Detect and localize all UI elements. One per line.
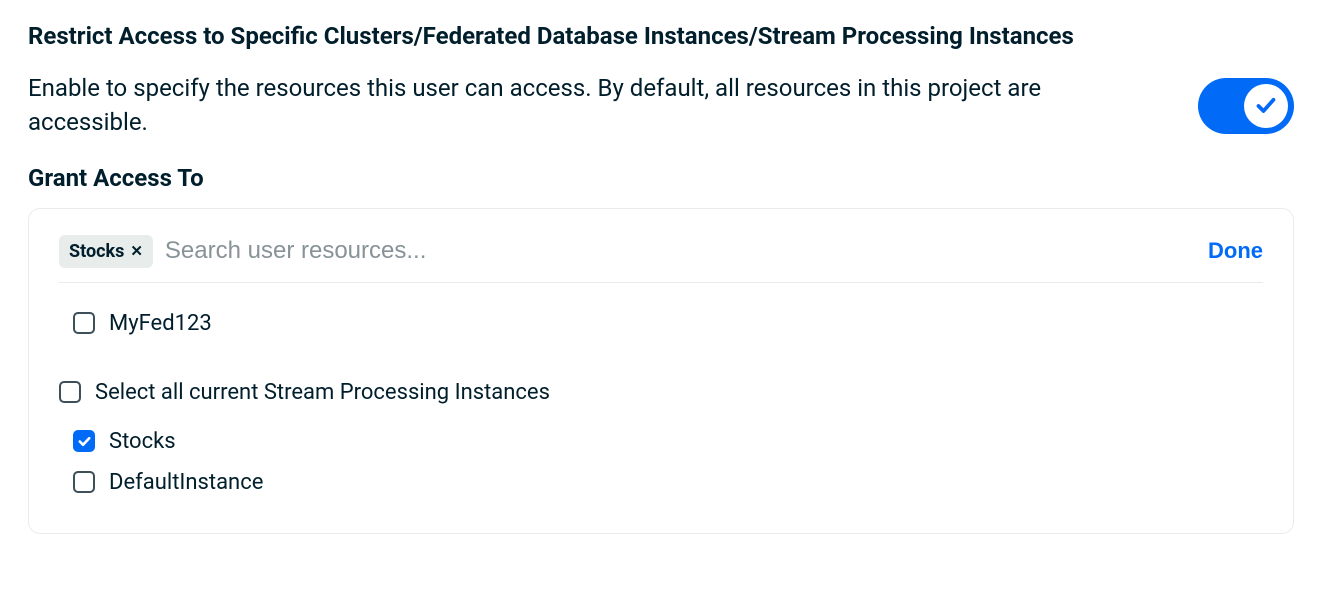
- toggle-knob: [1244, 84, 1288, 128]
- restrict-access-toggle[interactable]: [1198, 78, 1294, 134]
- group-label: Select all current Stream Processing Ins…: [95, 380, 550, 405]
- resource-item[interactable]: Stocks: [59, 421, 1263, 462]
- checkbox-checked[interactable]: [73, 430, 95, 452]
- description-text: Enable to specify the resources this use…: [28, 72, 1078, 139]
- chip-remove-icon[interactable]: ✕: [130, 244, 143, 259]
- checkmark-icon: [1256, 96, 1276, 116]
- grant-access-title: Grant Access To: [28, 164, 1294, 192]
- search-input[interactable]: [165, 237, 1196, 265]
- description-row: Enable to specify the resources this use…: [28, 72, 1294, 139]
- selected-chip[interactable]: Stocks ✕: [59, 235, 153, 268]
- resource-item[interactable]: DefaultInstance: [59, 462, 1263, 503]
- search-row: Stocks ✕ Done: [59, 227, 1263, 283]
- checkbox-unchecked[interactable]: [59, 381, 81, 403]
- chip-label: Stocks: [69, 241, 124, 262]
- done-button[interactable]: Done: [1208, 238, 1263, 264]
- checkbox-unchecked[interactable]: [73, 471, 95, 493]
- checkmark-icon: [77, 434, 92, 449]
- grant-access-card: Stocks ✕ Done MyFed123 Select all curren…: [28, 208, 1294, 534]
- checkbox-unchecked[interactable]: [73, 312, 95, 334]
- resource-label: MyFed123: [109, 311, 212, 336]
- resource-item[interactable]: MyFed123: [59, 303, 1263, 344]
- section-title: Restrict Access to Specific Clusters/Fed…: [28, 20, 1128, 52]
- resource-label: Stocks: [109, 429, 176, 454]
- group-item[interactable]: Select all current Stream Processing Ins…: [59, 372, 1263, 413]
- resource-label: DefaultInstance: [109, 470, 263, 495]
